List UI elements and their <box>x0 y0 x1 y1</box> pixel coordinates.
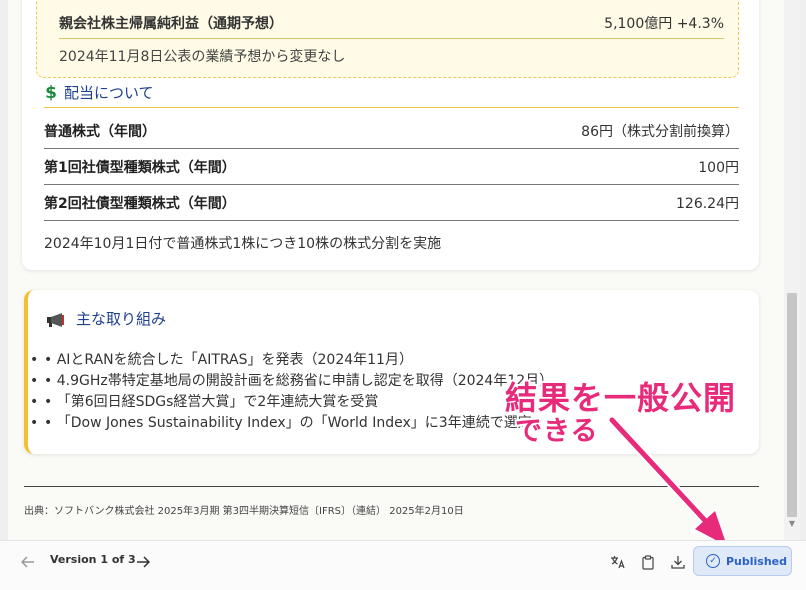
dividend-heading: $ 配当について <box>44 78 739 108</box>
dividend-row: 普通株式（年間） 86円（株式分割前換算） <box>44 113 739 149</box>
dividend-row: 第2回社債型種類株式（年間） 126.24円 <box>44 185 739 221</box>
forecast-row: 親会社株主帰属純利益（通期予想） 5,100億円 +4.3% <box>59 7 724 39</box>
initiatives-card: 主な取り組み • • AIとRANを統合した「AITRAS」を発表（2024年11… <box>24 290 759 454</box>
download-icon[interactable] <box>666 551 690 573</box>
dividend-row-value: 86円（株式分割前換算） <box>581 123 739 140</box>
list-item: • • AIとRANを統合した「AITRAS」を発表（2024年11月） <box>30 352 413 368</box>
list-item: • • 「Dow Jones Sustainability Index」の「Wor… <box>30 415 532 431</box>
megaphone-icon <box>46 312 68 327</box>
scrollbar[interactable]: ▼ <box>784 0 800 540</box>
source-citation: 出典：ソフトバンク株式会社 2025年3月期 第3四半期決算短信〔IFRS〕（連… <box>24 506 464 517</box>
list-item: • • 4.9GHz帯特定基地局の開設計画を総務省に申請し認定を取得（2024年1… <box>30 373 554 389</box>
dividend-row-label: 第1回社債型種類株式（年間） <box>44 159 236 176</box>
artifact-toolbar: Version 1 of 3 ✓ Published <box>0 540 806 590</box>
forecast-callout: 親会社株主帰属純利益（通期予想） 5,100億円 +4.3% 2024年11月8… <box>36 0 739 78</box>
dividend-title: 配当について <box>64 84 154 102</box>
dividend-row-label: 普通株式（年間） <box>44 123 156 140</box>
dividend-row-value: 100円 <box>698 159 739 176</box>
scroll-down-icon[interactable]: ▼ <box>787 519 797 529</box>
initiatives-list: • • AIとRANを統合した「AITRAS」を発表（2024年11月） • • 4… <box>30 350 553 434</box>
initiatives-heading: 主な取り組み <box>46 308 166 329</box>
published-button[interactable]: ✓ Published <box>693 546 792 576</box>
artifact-viewport: 親会社株主帰属純利益（通期予想） 5,100億円 +4.3% 2024年11月8… <box>0 0 806 540</box>
dividend-row-label: 第2回社債型種類株式（年間） <box>44 195 236 212</box>
dividend-note: 2024年10月1日付で普通株式1株につき10株の株式分割を実施 <box>44 236 442 252</box>
forecast-label: 親会社株主帰属純利益（通期予想） <box>59 15 283 32</box>
clipboard-icon[interactable] <box>636 551 660 573</box>
dividend-row: 第1回社債型種類株式（年間） 100円 <box>44 149 739 185</box>
initiatives-title: 主な取り組み <box>76 310 167 328</box>
dollar-icon: $ <box>45 82 57 103</box>
arrow-left-icon[interactable] <box>16 551 40 573</box>
translate-icon[interactable] <box>606 551 630 573</box>
published-label: Published <box>726 554 788 568</box>
forecast-value: 5,100億円 +4.3% <box>604 15 724 32</box>
dividend-row-value: 126.24円 <box>676 195 739 212</box>
arrow-right-icon[interactable] <box>131 551 155 573</box>
check-circle-icon: ✓ <box>706 554 720 568</box>
scrollbar-thumb[interactable] <box>787 293 797 517</box>
divider <box>24 486 759 487</box>
forecast-note: 2024年11月8日公表の業績予想から変更なし <box>59 49 346 65</box>
version-indicator: Version 1 of 3 <box>50 553 136 566</box>
list-item: • • 「第6回日経SDGs経営大賞」で2年連続大賞を受賞 <box>30 394 379 410</box>
